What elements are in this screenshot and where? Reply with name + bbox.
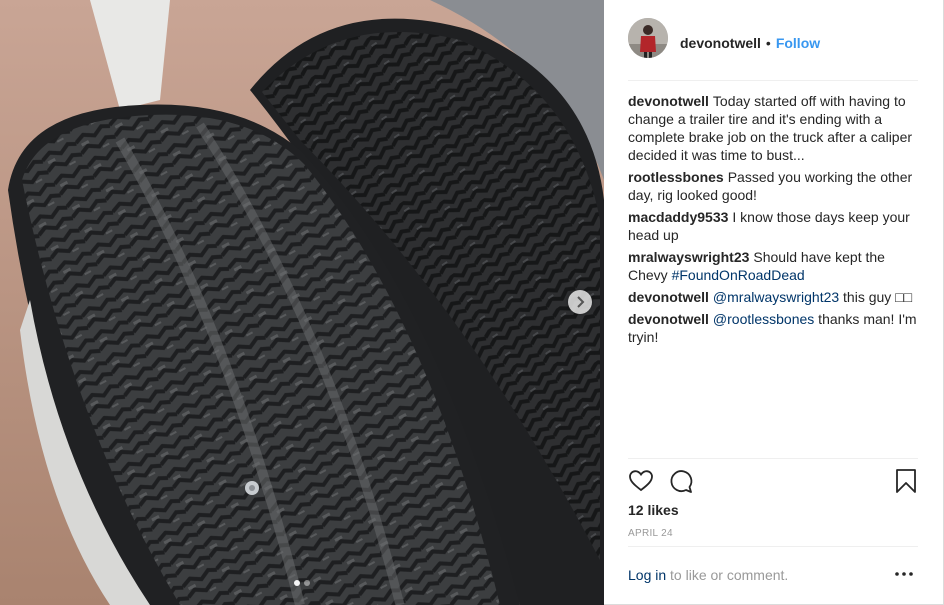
action-bar [628,468,918,498]
comment-button[interactable] [668,468,694,499]
header-separator: • [765,35,771,51]
login-prompt: Log in to like or comment. [628,567,788,583]
comment-icon [670,470,693,493]
login-prompt-text: to like or comment. [666,567,789,583]
comment-username[interactable]: mralwayswright23 [628,249,749,265]
header-username[interactable]: devonotwell [680,34,761,52]
more-options-button[interactable] [894,566,914,582]
mention-link[interactable]: @mralwayswright23 [713,289,839,305]
heart-icon [629,470,653,492]
carousel-indicator [294,580,310,586]
caption: devonotwell Today started off with having… [628,92,920,164]
likes-count[interactable]: 12 likes [628,502,679,518]
carousel-dot-active [294,580,300,586]
more-options-icon [895,572,913,576]
post-date: APRIL 24 [628,528,673,539]
avatar-image [628,18,668,58]
comment-item: macdaddy9533 I know those days keep your … [628,208,920,244]
divider [628,546,918,547]
bookmark-icon [896,469,916,493]
comment-username[interactable]: devonotwell [628,289,709,305]
comment-username[interactable]: rootlessbones [628,169,724,185]
post-photo [0,0,604,605]
hashtag-link[interactable]: #FoundOnRoadDead [672,267,805,283]
tire-photo-image [0,0,604,605]
post-side-panel: devonotwell • Follow devonotwell Today st… [604,0,943,604]
carousel-dot [304,580,310,586]
comment-item: mralwayswright23 Should have kept the Che… [628,248,920,284]
comment-item: devonotwell @mralwayswright23 this guy □□ [628,288,920,306]
chevron-right-icon [577,296,585,308]
comment-item: devonotwell @rootlessbones thanks man! I'… [628,310,920,346]
mention-link[interactable]: @rootlessbones [713,311,814,327]
like-button[interactable] [628,468,654,499]
comment-username[interactable]: devonotwell [628,311,709,327]
comments-list: devonotwell Today started off with having… [628,92,920,350]
next-image-button[interactable] [568,290,592,314]
avatar[interactable] [628,18,668,58]
comment-text: this guy □□ [839,289,913,305]
comment-item: rootlessbones Passed you working the othe… [628,168,920,204]
save-button[interactable] [894,468,918,499]
follow-button[interactable]: Follow [776,34,820,52]
divider [628,458,918,459]
post-dialog: devonotwell • Follow devonotwell Today st… [0,0,944,605]
comment-username[interactable]: macdaddy9533 [628,209,728,225]
comment-username[interactable]: devonotwell [628,93,709,109]
login-link[interactable]: Log in [628,567,666,583]
post-header: devonotwell • Follow [628,18,918,81]
